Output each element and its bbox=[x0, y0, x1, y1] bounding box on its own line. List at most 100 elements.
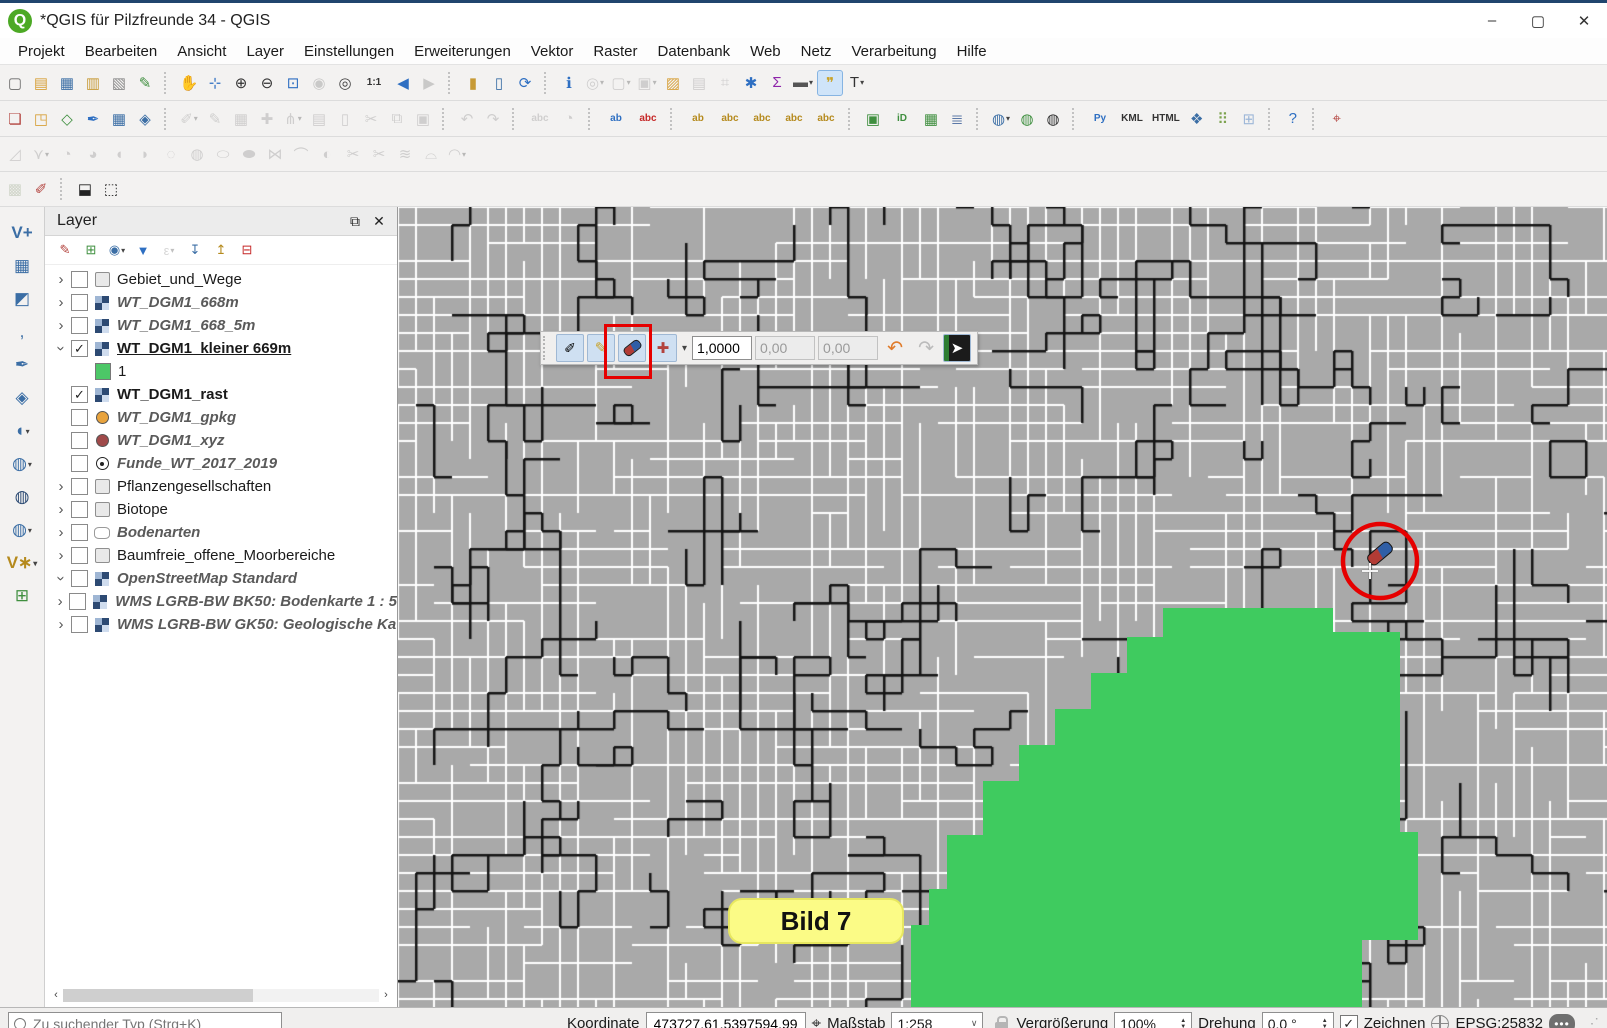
messages-button[interactable]: ••• bbox=[1549, 1013, 1575, 1028]
band-dropdown-caret[interactable]: ▾ bbox=[682, 343, 687, 354]
plugin-builder-button[interactable]: ❖ bbox=[1185, 107, 1209, 131]
zoom-full-extent-button[interactable]: ⊡ bbox=[281, 71, 305, 95]
layer-visibility-checkbox[interactable] bbox=[71, 616, 88, 633]
zoom-to-layer-button[interactable]: ◎ bbox=[333, 71, 357, 95]
layer-visibility-checkbox[interactable]: ✓ bbox=[71, 340, 88, 357]
layer-label[interactable]: WMS LGRB-BW GK50: Geologische Ka bbox=[117, 616, 396, 633]
close-button[interactable]: ✕ bbox=[1561, 3, 1607, 38]
crs-status[interactable]: EPSG:25832 bbox=[1455, 1015, 1543, 1028]
rotate-feature-button[interactable]: ⬬ bbox=[237, 142, 261, 166]
open-project-button[interactable]: ▤ bbox=[29, 71, 53, 95]
rotate-label-button[interactable]: abc bbox=[747, 107, 777, 131]
add-ring-button[interactable]: ⌒ bbox=[289, 142, 313, 166]
layer-visibility-checkbox[interactable] bbox=[71, 501, 88, 518]
text-annotation-button[interactable]: T ▾ bbox=[845, 71, 869, 95]
zoom-out-button[interactable]: ⊖ bbox=[255, 71, 279, 95]
paste-features-button[interactable]: ▣ bbox=[411, 107, 435, 131]
add-wms-layer-button[interactable]: ◍ ▾ bbox=[10, 452, 34, 476]
edit-label-button[interactable]: abc bbox=[811, 107, 841, 131]
move-label-button[interactable]: abc bbox=[715, 107, 745, 131]
invert-feature-selection-button[interactable]: ▣ ▾ bbox=[635, 71, 659, 95]
dropdown-caret-icon[interactable]: ▾ bbox=[809, 78, 813, 87]
map-tips-button[interactable]: ❞ bbox=[817, 69, 843, 96]
osm-id-editor-button[interactable]: iD bbox=[887, 107, 917, 131]
raster-paint-plugin-button[interactable]: ✐ bbox=[29, 177, 53, 201]
rotation-spinbox[interactable]: 0,0 ° ▲ ▼ bbox=[1261, 1012, 1334, 1028]
current-edits-button[interactable]: ✐ ▾ bbox=[177, 107, 201, 131]
image-export-plugin-button[interactable]: ▦ bbox=[919, 107, 943, 131]
highlight-pinned-labels-button[interactable]: abc bbox=[633, 107, 663, 131]
menu-projekt[interactable]: Projekt bbox=[8, 40, 75, 63]
zoom-native-resolution-button[interactable]: 1:1 bbox=[359, 71, 389, 95]
remove-layer-button[interactable]: ⊟ bbox=[236, 239, 258, 261]
panel-close-button[interactable]: ✕ bbox=[367, 210, 391, 232]
dropdown-caret-icon[interactable]: ▾ bbox=[627, 78, 631, 87]
open-layer-styling-panel-button[interactable]: ✎ bbox=[54, 239, 76, 261]
dropdown-caret-icon[interactable]: ▾ bbox=[28, 526, 32, 535]
expander-icon[interactable]: › bbox=[53, 524, 69, 541]
settings-tool-button[interactable]: ✚ bbox=[649, 334, 677, 362]
identify-features-button[interactable]: ℹ bbox=[557, 71, 581, 95]
undo-edit-button[interactable]: ↶ bbox=[881, 334, 909, 362]
pin-labels-button[interactable]: ab bbox=[601, 107, 631, 131]
extent-tracking-icon[interactable]: ⌖ bbox=[812, 1014, 822, 1028]
add-group-button[interactable]: ⊞ bbox=[80, 239, 102, 261]
add-circular-string-button[interactable]: ⋎ ▾ bbox=[29, 142, 53, 166]
reshape-features-button[interactable]: ⌓ bbox=[419, 142, 443, 166]
offset-curve-button[interactable]: ≋ bbox=[393, 142, 417, 166]
layer-tree-row[interactable]: › WMS LGRB-BW GK50: Geologische Ka bbox=[45, 613, 397, 636]
expander-icon[interactable]: › bbox=[53, 547, 69, 564]
layer-label[interactable]: Bodenarten bbox=[117, 524, 200, 541]
layer-tree-row[interactable]: › Baumfreie_offene_Moorbereiche bbox=[45, 544, 397, 567]
help-contents-button[interactable]: ? bbox=[1281, 107, 1305, 131]
show-spatial-bookmarks-button[interactable]: ▯ bbox=[487, 71, 511, 95]
new-shapefile-layer-button[interactable]: ✒ bbox=[81, 107, 105, 131]
layer-label[interactable]: WT_DGM1_xyz bbox=[117, 432, 225, 449]
add-raster-layer-button[interactable]: ▦ bbox=[10, 254, 34, 278]
ellipse-center-button[interactable]: ◗ bbox=[133, 142, 157, 166]
layer-tree-row[interactable]: › Biotope bbox=[45, 498, 397, 521]
zoom-last-button[interactable]: ◀ bbox=[391, 71, 415, 95]
serval-map-plugin-button[interactable]: ▩ bbox=[3, 177, 27, 201]
coordinate-input[interactable] bbox=[651, 1014, 800, 1028]
processing-toolbox-button[interactable]: ✱ bbox=[739, 71, 763, 95]
menu-web[interactable]: Web bbox=[740, 40, 791, 63]
menu-einstellungen[interactable]: Einstellungen bbox=[294, 40, 404, 63]
render-checkbox[interactable]: ✓ bbox=[1339, 1014, 1358, 1028]
scrollbar-thumb[interactable] bbox=[63, 988, 253, 1002]
pan-to-selection-button[interactable]: ⊹ bbox=[203, 71, 227, 95]
layer-label[interactable]: WMS LGRB-BW BK50: Bodenkarte 1 : 5 bbox=[115, 593, 397, 610]
dropdown-caret-icon[interactable]: ▾ bbox=[28, 460, 32, 469]
collapse-all-button[interactable]: ↥ bbox=[210, 239, 232, 261]
layer-label[interactable]: Baumfreie_offene_Moorbereiche bbox=[117, 547, 335, 564]
layer-visibility-checkbox[interactable] bbox=[71, 547, 88, 564]
menu-netz[interactable]: Netz bbox=[791, 40, 842, 63]
python-console-button[interactable]: Py bbox=[1085, 107, 1115, 131]
dropdown-caret-icon[interactable]: ▾ bbox=[298, 114, 302, 123]
layer-label[interactable]: WT_DGM1_rast bbox=[117, 386, 228, 403]
panel-float-button[interactable]: ⧉ bbox=[343, 210, 367, 232]
target-crosshair-button[interactable]: ⌖ bbox=[1325, 107, 1349, 131]
layer-label[interactable]: Gebiet_und_Wege bbox=[117, 271, 242, 288]
dropdown-caret-icon[interactable]: ▾ bbox=[33, 559, 37, 568]
layer-visibility-checkbox[interactable]: ✓ bbox=[71, 386, 88, 403]
layer-diagram-options-button[interactable]: ◔ bbox=[557, 107, 581, 131]
osm-place-search-button[interactable]: ◍ bbox=[1041, 107, 1065, 131]
vertex-tool-button[interactable]: ⋔ ▾ bbox=[281, 107, 305, 131]
open-attribute-table-button[interactable]: ▤ bbox=[687, 71, 711, 95]
web-search-globe-button[interactable]: ◍ bbox=[1015, 107, 1039, 131]
add-xyz-layer-button[interactable]: ◍ bbox=[10, 485, 34, 509]
menu-hilfe[interactable]: Hilfe bbox=[947, 40, 997, 63]
save-project-button[interactable]: ▦ bbox=[55, 71, 79, 95]
filter-by-expression-button[interactable]: ε ▾ bbox=[158, 239, 180, 261]
add-postgis-layer-button[interactable]: ◖ ▾ bbox=[10, 419, 34, 443]
layer-tree-row[interactable]: ✓ WT_DGM1_rast bbox=[45, 383, 397, 406]
layer-tree-row[interactable]: › Gebiet_und_Wege bbox=[45, 268, 397, 291]
layer-visibility-checkbox[interactable] bbox=[69, 593, 87, 610]
add-mesh-layer-button[interactable]: ◩ bbox=[10, 287, 34, 311]
add-virtual-layer-button[interactable]: ◈ bbox=[10, 386, 34, 410]
new-spatialite-layer-button[interactable]: ▦ bbox=[107, 107, 131, 131]
layer-tree-row[interactable]: › Bodenarten bbox=[45, 521, 397, 544]
dropdown-caret-icon[interactable]: ▾ bbox=[653, 78, 657, 87]
layer-visibility-checkbox[interactable] bbox=[71, 317, 88, 334]
